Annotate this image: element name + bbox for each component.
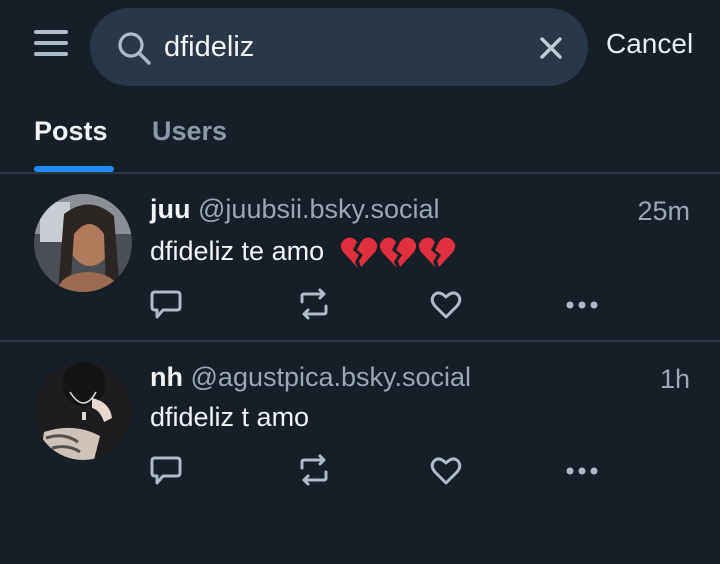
clear-search-icon[interactable] (538, 35, 564, 61)
more-options-icon[interactable] (564, 288, 600, 322)
post-text-body: dfideliz te amo (150, 236, 325, 267)
author-name[interactable]: nh (150, 362, 183, 392)
post-item[interactable]: juu @juubsii.bsky.social 25m dfideliz te… (0, 174, 720, 342)
active-tab-indicator (34, 166, 114, 172)
author-handle[interactable]: @juubsii.bsky.social (198, 194, 440, 224)
post-item[interactable]: nh @agustpica.bsky.social 1h dfideliz t … (0, 344, 720, 512)
broken-heart-emoji-icon (340, 237, 455, 268)
search-bar[interactable] (90, 8, 588, 86)
avatar[interactable] (34, 362, 132, 460)
post-actions (150, 288, 620, 324)
heart-icon[interactable] (430, 454, 462, 488)
author-name[interactable]: juu (150, 194, 191, 224)
post-header: juu @juubsii.bsky.social (150, 194, 440, 225)
post-time[interactable]: 25m (637, 196, 690, 227)
reply-icon[interactable] (150, 454, 182, 488)
search-tabs: Posts Users (0, 96, 720, 174)
menu-icon[interactable] (34, 30, 68, 60)
post-text: dfideliz te amo (150, 236, 456, 270)
tab-posts[interactable]: Posts (34, 116, 108, 147)
tab-users[interactable]: Users (152, 116, 227, 147)
cancel-button[interactable]: Cancel (606, 28, 693, 60)
heart-icon[interactable] (430, 288, 462, 322)
author-handle[interactable]: @agustpica.bsky.social (191, 362, 472, 392)
avatar[interactable] (34, 194, 132, 292)
post-actions (150, 454, 620, 490)
post-header: nh @agustpica.bsky.social (150, 362, 471, 393)
post-time[interactable]: 1h (660, 364, 690, 395)
post-text: dfideliz t amo (150, 402, 309, 433)
reply-icon[interactable] (150, 288, 182, 322)
repost-icon[interactable] (296, 454, 332, 488)
search-input[interactable] (164, 24, 524, 70)
top-bar: Cancel (0, 0, 720, 96)
repost-icon[interactable] (296, 288, 332, 322)
post-text-body: dfideliz t amo (150, 402, 310, 432)
search-icon (118, 32, 151, 65)
more-options-icon[interactable] (564, 454, 600, 488)
